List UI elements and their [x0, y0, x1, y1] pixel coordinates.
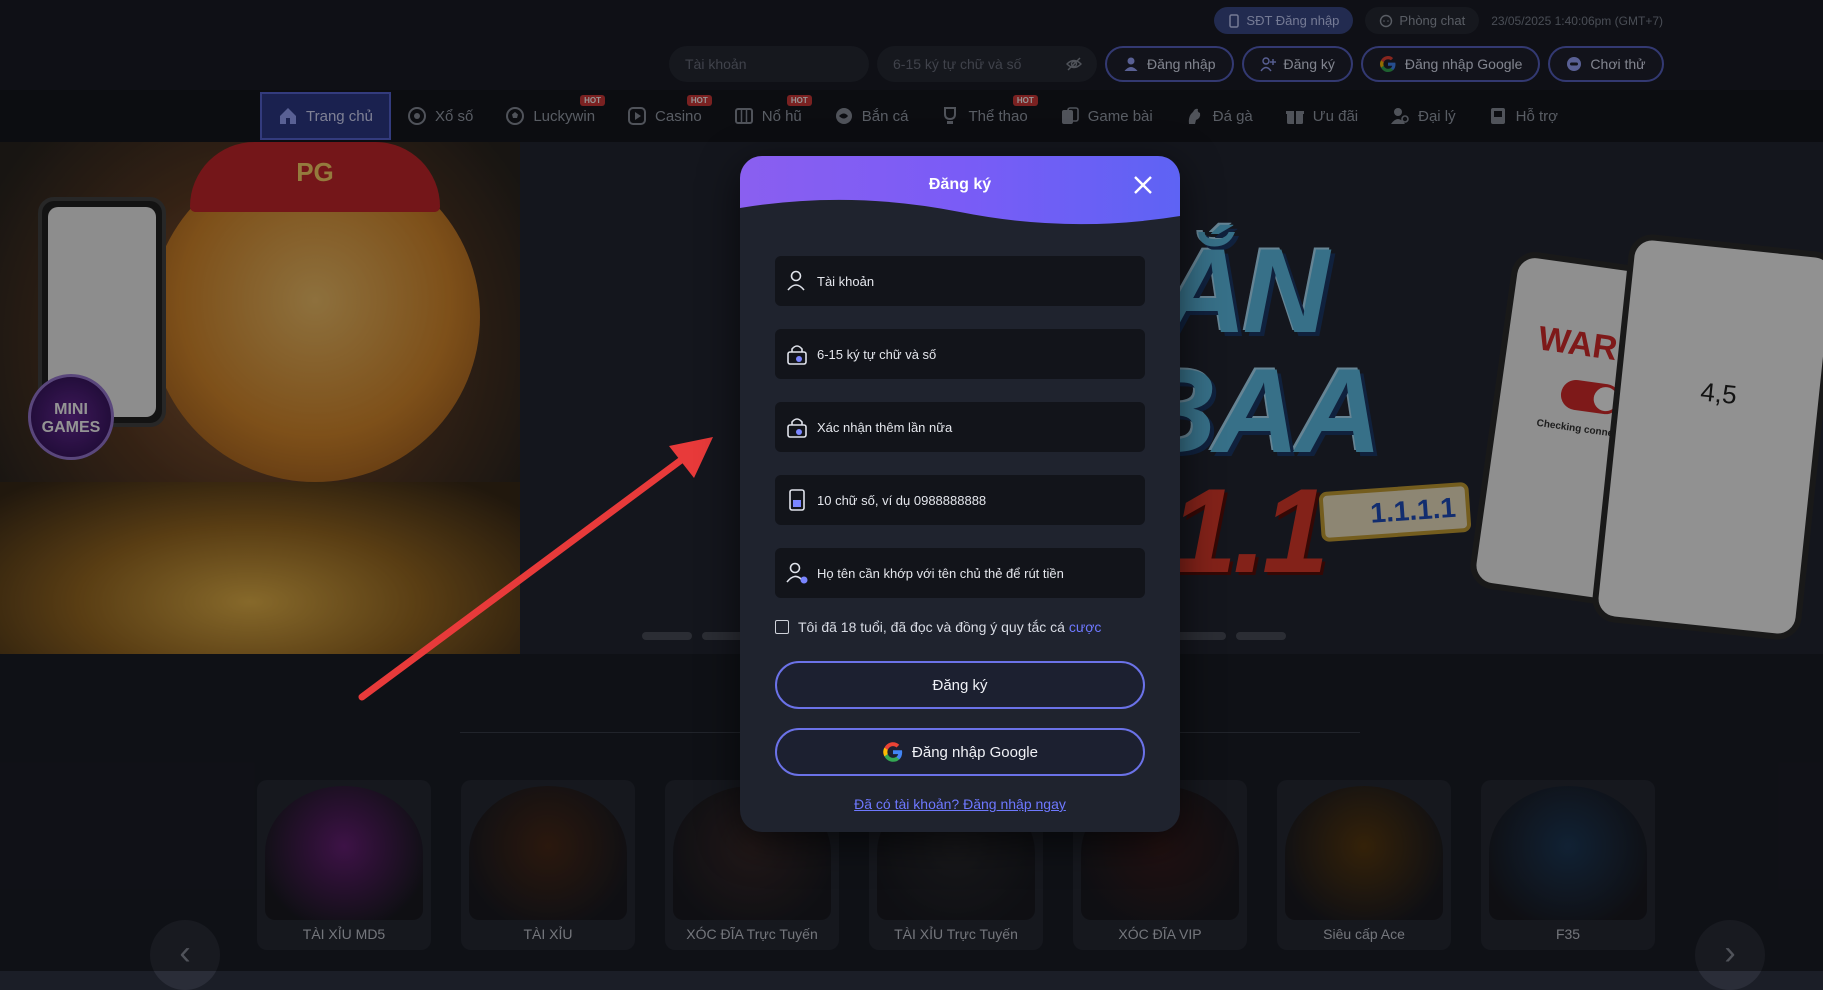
- register-confirm-field[interactable]: Xác nhận thêm lần nữa: [775, 402, 1145, 452]
- header-wave: [740, 199, 1180, 238]
- phone-icon: [789, 489, 805, 511]
- terms-agreement: Tôi đã 18 tuổi, đã đọc và đồng ý quy tắc…: [775, 619, 1101, 635]
- login-now-link[interactable]: Đã có tài khoản? Đăng nhập ngay: [740, 796, 1180, 812]
- register-modal: Đăng ký Tài khoản 6-15 ký tự chữ và số X…: [740, 156, 1180, 832]
- google-icon: [883, 742, 903, 762]
- lock-icon: [787, 418, 807, 438]
- register-fullname-field[interactable]: Họ tên cần khớp với tên chủ thẻ để rút t…: [775, 548, 1145, 598]
- register-password-field[interactable]: 6-15 ký tự chữ và số: [775, 329, 1145, 379]
- modal-google-label: Đăng nhập Google: [912, 743, 1038, 761]
- modal-header: [740, 156, 1180, 238]
- password-placeholder: 6-15 ký tự chữ và số: [817, 346, 937, 362]
- terms-text: Tôi đã 18 tuổi, đã đọc và đồng ý quy tắc…: [798, 619, 1102, 635]
- terms-link[interactable]: cược: [1069, 619, 1102, 635]
- register-submit-button[interactable]: Đăng ký: [775, 661, 1145, 709]
- user-add-icon: [786, 562, 808, 584]
- register-submit-label: Đăng ký: [932, 676, 988, 694]
- account-placeholder: Tài khoản: [817, 273, 875, 289]
- phone-placeholder: 10 chữ số, ví dụ 0988888888: [817, 492, 987, 508]
- modal-title: Đăng ký: [928, 176, 992, 193]
- confirm-placeholder: Xác nhận thêm lần nữa: [817, 419, 953, 435]
- lock-icon: [787, 345, 807, 365]
- register-account-field[interactable]: Tài khoản: [775, 256, 1145, 306]
- close-icon[interactable]: [1132, 174, 1154, 196]
- user-icon: [787, 270, 805, 291]
- fullname-placeholder: Họ tên cần khớp với tên chủ thẻ để rút t…: [817, 565, 1064, 581]
- terms-checkbox[interactable]: [775, 620, 789, 634]
- modal-google-login-button[interactable]: Đăng nhập Google: [775, 728, 1145, 776]
- register-phone-field[interactable]: 10 chữ số, ví dụ 0988888888: [775, 475, 1145, 525]
